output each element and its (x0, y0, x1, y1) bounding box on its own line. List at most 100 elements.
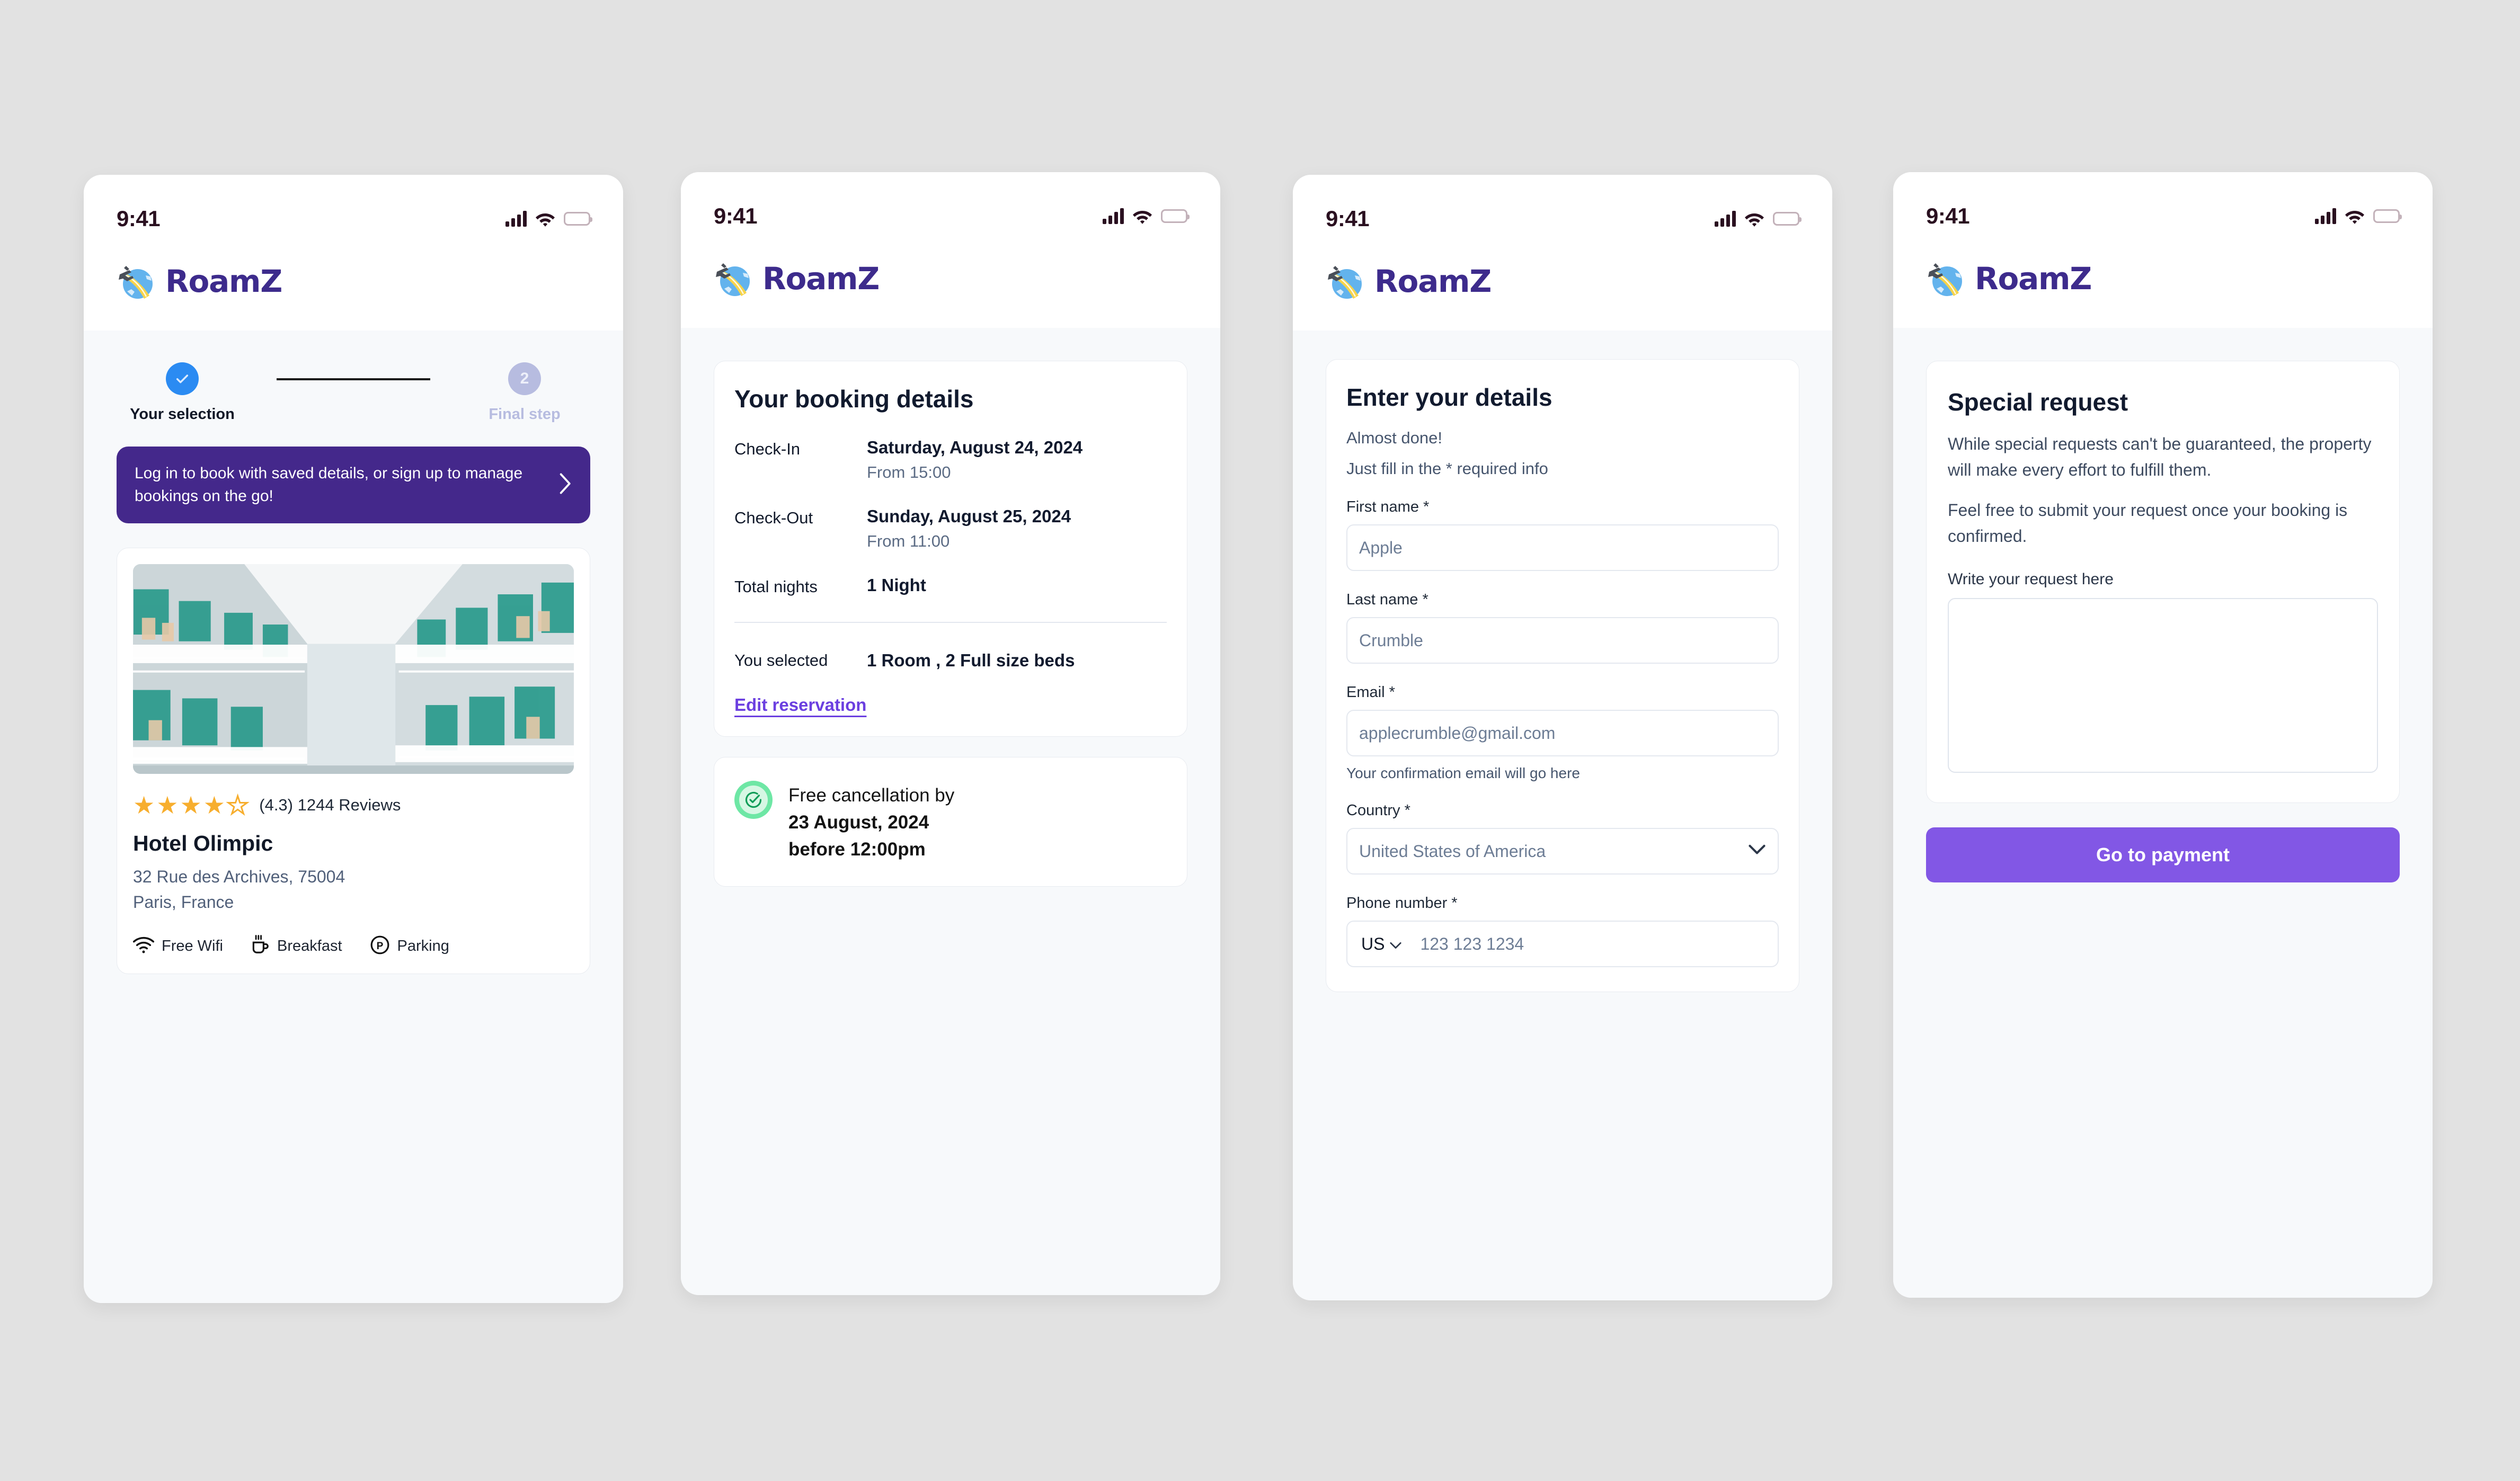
booking-row-selection: You selected 1 Room , 2 Full size beds (734, 650, 1167, 671)
field-label: Last name * (1346, 591, 1428, 608)
row-label: Check-Out (734, 508, 813, 527)
app-header: 9:41 RoamZ (1293, 175, 1832, 331)
parking-p-icon: P (370, 935, 390, 958)
cancellation-line-2: 23 August, 2024 (788, 812, 929, 833)
status-bar: 9:41 (117, 204, 592, 233)
cancellation-line-1: Free cancellation by (788, 785, 955, 806)
rating-value: (4.3) (259, 796, 293, 815)
edit-reservation-link[interactable]: Edit reservation (734, 695, 866, 715)
booking-details-body: Your booking details Check-In Saturday, … (681, 328, 1220, 1295)
stepper-connector (277, 378, 430, 380)
check-icon (166, 362, 199, 395)
hotel-summary-card[interactable]: ★ ★ ★ ★ ★ (4.3) 1244 Reviews Hotel Olimp… (117, 548, 590, 974)
selection-value: 1 Room , 2 Full size beds (867, 650, 1075, 670)
step-label-final: Final step (489, 406, 561, 423)
status-icons (1103, 208, 1190, 224)
wifi-icon (1744, 211, 1764, 227)
country-select[interactable]: United States of America (1346, 828, 1779, 875)
page-title: Special request (1948, 388, 2128, 416)
page-title: Enter your details (1346, 383, 1552, 411)
login-signup-banner[interactable]: Log in to book with saved details, or si… (117, 447, 590, 524)
brand-logo: RoamZ (1326, 233, 1799, 331)
star-filled-icon: ★ (156, 791, 179, 819)
step-your-selection[interactable]: Your selection (129, 362, 235, 423)
status-bar: 9:41 (1326, 204, 1802, 233)
wifi-icon (2345, 208, 2365, 224)
divider (734, 622, 1167, 623)
signal-icon (2315, 208, 2336, 224)
amenities-row: Free Wifi Breakfast P Parking (132, 935, 574, 958)
battery-icon (2373, 209, 2402, 223)
svg-text:P: P (376, 941, 383, 952)
status-time: 9:41 (714, 203, 758, 228)
cancellation-line-3: before 12:00pm (788, 839, 926, 860)
phone-screen-booking-details: 9:41 RoamZ Your booking details Check-In… (681, 172, 1220, 1295)
battery-icon (1773, 212, 1802, 226)
brand-name: RoamZ (1975, 261, 2092, 297)
row-label: Check-In (734, 440, 801, 458)
booking-row-total-nights: Total nights 1 Night (734, 575, 1167, 596)
field-label: Country * (1346, 802, 1410, 819)
battery-icon (1161, 209, 1190, 223)
amenity-label: Breakfast (277, 937, 342, 954)
form-subtitle-2: Just fill in the * required info (1346, 459, 1548, 478)
review-count: 1244 Reviews (297, 796, 401, 815)
app-header: 9:41 RoamZ (84, 175, 623, 331)
status-bar: 9:41 (1926, 202, 2402, 230)
address-line-2: Paris, France (133, 892, 234, 912)
signal-icon (505, 211, 527, 227)
status-icons (505, 211, 592, 227)
email-help-text: Your confirmation email will go here (1346, 765, 1580, 781)
globe-airplane-icon (714, 259, 753, 298)
wifi-icon (132, 936, 155, 957)
form-subtitle-1: Almost done! (1346, 429, 1442, 447)
row-label: Total nights (734, 577, 818, 596)
booking-details-card: Your booking details Check-In Saturday, … (714, 361, 1187, 737)
step-final[interactable]: 2 Final step (472, 362, 578, 423)
phone-country-code: US (1361, 934, 1385, 953)
field-first-name: First name * Apple (1346, 498, 1779, 571)
star-rating: ★ ★ ★ ★ ★ (133, 791, 250, 819)
email-input[interactable]: applecrumble@gmail.com (1346, 710, 1779, 756)
field-email: Email * applecrumble@gmail.com Your conf… (1346, 684, 1779, 782)
amenity-parking: P Parking (370, 935, 449, 958)
phone-number-input[interactable]: US 123 123 1234 (1346, 921, 1779, 967)
app-header: 9:41 RoamZ (681, 172, 1220, 328)
screenshot-canvas: 9:41 RoamZ Your selection 2 Final step L… (0, 0, 2520, 1481)
enter-details-body: Enter your details Almost done! Just fil… (1293, 331, 1832, 1300)
globe-airplane-icon (117, 262, 156, 301)
special-request-textarea[interactable] (1948, 597, 2378, 773)
status-time: 9:41 (1326, 206, 1370, 231)
field-label: First name * (1346, 498, 1430, 515)
chevron-down-icon (1748, 844, 1766, 859)
row-value: Sunday, August 25, 2024 (867, 506, 1071, 526)
status-icons (2315, 208, 2402, 224)
chevron-right-icon (557, 472, 572, 498)
go-to-payment-button[interactable]: Go to payment (1926, 827, 2400, 882)
free-cancellation-card: Free cancellation by 23 August, 2024 bef… (714, 757, 1187, 887)
special-request-card: Special request While special requests c… (1926, 361, 2400, 803)
field-last-name: Last name * Crumble (1346, 591, 1779, 664)
brand-name: RoamZ (165, 263, 282, 299)
phone-country-code-select[interactable]: US (1361, 934, 1402, 954)
status-time: 9:41 (1926, 203, 1970, 228)
signal-icon (1715, 211, 1736, 227)
phone-screen-special-request: 9:41 RoamZ Special request While special… (1893, 172, 2433, 1298)
row-value: 1 Night (867, 575, 926, 595)
enter-details-card: Enter your details Almost done! Just fil… (1326, 359, 1799, 992)
wifi-icon (535, 211, 555, 227)
brand-name: RoamZ (762, 261, 880, 297)
booking-row-checkout: Check-Out Sunday, August 25, 2024 From 1… (734, 506, 1167, 551)
last-name-input[interactable]: Crumble (1346, 617, 1779, 664)
booking-stepper: Your selection 2 Final step (117, 331, 590, 423)
check-circle-icon (734, 781, 773, 819)
brand-logo: RoamZ (117, 233, 590, 331)
selection-body: Your selection 2 Final step Log in to bo… (84, 331, 623, 1303)
star-filled-icon: ★ (180, 791, 202, 819)
special-request-paragraph-2: Feel free to submit your request once yo… (1948, 501, 2348, 546)
status-time: 9:41 (117, 206, 161, 231)
row-subvalue: From 15:00 (867, 463, 951, 481)
field-phone-number: Phone number * US 123 123 1234 (1346, 895, 1779, 967)
first-name-input[interactable]: Apple (1346, 524, 1779, 571)
globe-airplane-icon (1326, 262, 1365, 301)
